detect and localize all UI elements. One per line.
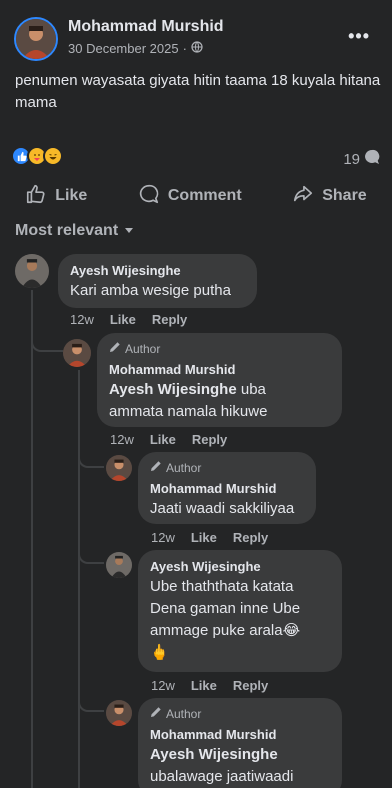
- commenter-avatar[interactable]: [63, 339, 91, 367]
- comment-reply-button[interactable]: Reply: [233, 678, 268, 693]
- comment-button[interactable]: Comment: [138, 183, 242, 210]
- globe-icon: [191, 41, 203, 56]
- post-meta: 30 December 2025 ·: [68, 41, 203, 56]
- comment-bubble: Author Mohammad Murshid Ayesh Wijesinghe…: [97, 333, 342, 427]
- mention-link[interactable]: Ayesh Wijesinghe: [150, 746, 278, 763]
- comment-text-line: Ube thaththata katata: [150, 578, 294, 595]
- commenter-avatar[interactable]: [106, 455, 132, 481]
- commenter-name[interactable]: Ayesh Wijesinghe: [70, 262, 245, 280]
- author-badge-label: Author: [166, 461, 202, 475]
- commenter-avatar[interactable]: [15, 254, 49, 288]
- comment-like-button[interactable]: Like: [110, 312, 136, 327]
- pencil-icon: [150, 460, 162, 476]
- comment-icon: [138, 183, 160, 210]
- comment-text-line: Dena gaman inne Ube: [150, 600, 301, 617]
- comment-like-button[interactable]: Like: [150, 432, 176, 447]
- comment-text: Kari amba wesige putha: [70, 282, 231, 299]
- thread-connector: [78, 542, 104, 564]
- author-badge-label: Author: [125, 342, 161, 356]
- thumbs-up-icon: [25, 183, 47, 210]
- comment-text: Jaati waadi sakkiliyaa: [150, 500, 295, 517]
- mention-link[interactable]: Ayesh Wijesinghe: [109, 381, 237, 398]
- comment-time[interactable]: 12w: [110, 432, 134, 447]
- comment-actions: 12w Like Reply: [151, 530, 268, 545]
- like-button[interactable]: Like: [25, 183, 87, 210]
- commenter-avatar[interactable]: [106, 552, 132, 578]
- comment-like-button[interactable]: Like: [191, 678, 217, 693]
- haha-reaction-icon: [43, 146, 63, 166]
- comment-bubble-icon: [364, 149, 380, 169]
- comment-count-value: 19: [343, 150, 360, 168]
- comment-text-line: 🖕: [150, 644, 169, 661]
- commenter-name[interactable]: Mohammad Murshid: [150, 480, 304, 498]
- commenter-name[interactable]: Mohammad Murshid: [109, 361, 330, 379]
- comment-time[interactable]: 12w: [151, 530, 175, 545]
- author-badge-label: Author: [166, 707, 202, 721]
- comment-label: Comment: [167, 187, 242, 204]
- comment-text-line: ammage puke arala😂: [150, 622, 301, 639]
- more-options-button[interactable]: •••: [348, 26, 370, 47]
- comment-bubble: Ayesh Wijesinghe Ube thaththata katata D…: [138, 550, 342, 672]
- thread-connector: [31, 328, 63, 352]
- like-label: Like: [55, 187, 88, 204]
- comment-sort-dropdown[interactable]: Most relevant: [15, 222, 134, 240]
- commenter-name[interactable]: Ayesh Wijesinghe: [150, 558, 330, 576]
- thread-connector: [78, 446, 104, 468]
- thread-line: [31, 290, 33, 788]
- pencil-icon: [109, 341, 121, 357]
- thread-line: [78, 370, 80, 788]
- share-label: Share: [322, 187, 367, 204]
- comment-bubble: Ayesh Wijesinghe Kari amba wesige putha: [58, 254, 257, 308]
- post-author-avatar[interactable]: [14, 17, 58, 61]
- commenter-avatar[interactable]: [106, 700, 132, 726]
- post-action-bar: Like Comment Share: [0, 178, 392, 214]
- pencil-icon: [150, 706, 162, 722]
- comment-text-line: ubalawage jaatiwaadi: [150, 768, 294, 785]
- comment-reply-button[interactable]: Reply: [152, 312, 187, 327]
- author-badge: Author: [150, 460, 304, 476]
- share-icon: [292, 183, 314, 210]
- separator: ·: [182, 41, 187, 56]
- commenter-name[interactable]: Mohammad Murshid: [150, 726, 330, 744]
- comment-bubble: Author Mohammad Murshid Ayesh Wijesinghe…: [138, 698, 342, 788]
- reaction-summary[interactable]: [11, 146, 63, 166]
- comment-reply-button[interactable]: Reply: [192, 432, 227, 447]
- comment-actions: 12w Like Reply: [70, 312, 187, 327]
- comment-like-button[interactable]: Like: [191, 530, 217, 545]
- comment-reply-button[interactable]: Reply: [233, 530, 268, 545]
- comment-actions: 12w Like Reply: [110, 432, 227, 447]
- post-text: penumen wayasata giyata hitin taama 18 k…: [15, 72, 381, 111]
- comment-count[interactable]: 19: [343, 149, 380, 169]
- comment-time[interactable]: 12w: [70, 312, 94, 327]
- author-badge: Author: [109, 341, 330, 357]
- author-badge: Author: [150, 706, 330, 722]
- comment-bubble: Author Mohammad Murshid Jaati waadi sakk…: [138, 452, 316, 524]
- sort-label: Most relevant: [15, 222, 119, 239]
- comment-actions: 12w Like Reply: [151, 678, 268, 693]
- post-author-name[interactable]: Mohammad Murshid: [68, 18, 224, 36]
- caret-down-icon: [124, 222, 134, 240]
- comment-text: Ayesh Wijesinghe uba ammata namala hikuwe: [109, 381, 268, 420]
- share-button[interactable]: Share: [292, 183, 367, 210]
- thread-connector: [78, 690, 104, 712]
- post-date[interactable]: 30 December 2025: [68, 41, 179, 56]
- comment-text: Ayesh Wijesinghe: [150, 744, 330, 766]
- comment-time[interactable]: 12w: [151, 678, 175, 693]
